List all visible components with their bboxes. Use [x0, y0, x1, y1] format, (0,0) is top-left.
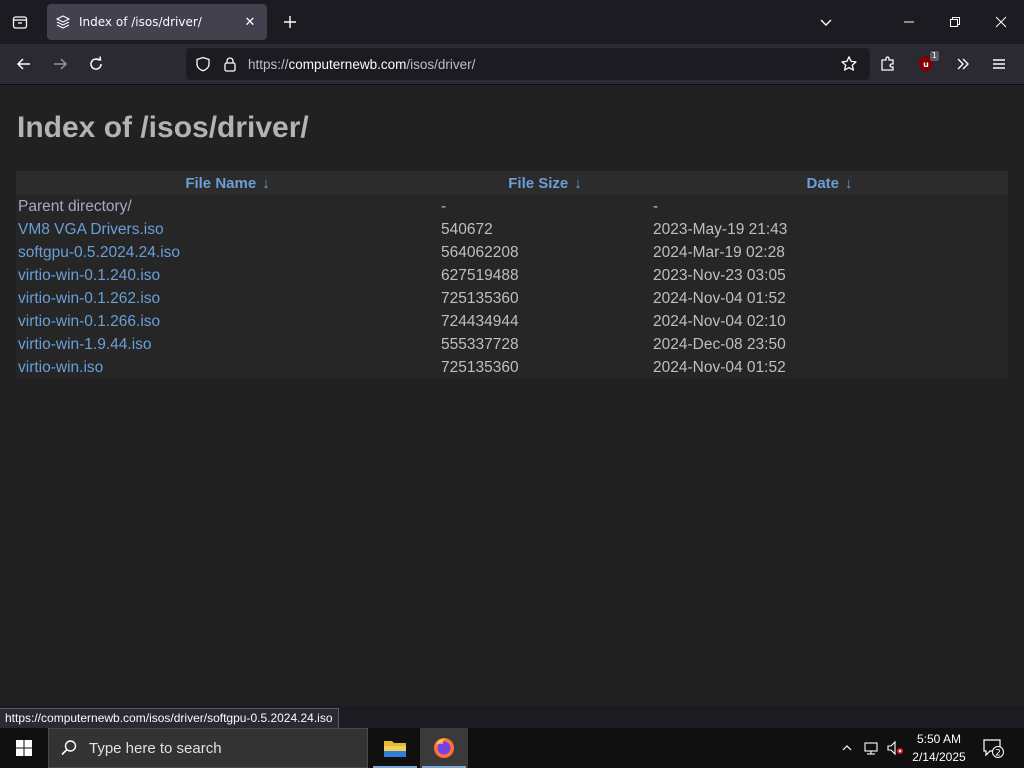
file-date: 2024-Mar-19 02:28 [653, 243, 785, 261]
overflow-chevrons-icon[interactable] [948, 49, 978, 79]
file-link[interactable]: VM8 VGA Drivers.iso [18, 221, 164, 238]
extensions-puzzle-icon[interactable] [873, 49, 903, 79]
tab-list-icon[interactable] [6, 8, 34, 36]
lock-icon[interactable] [218, 49, 242, 79]
column-header-date[interactable]: Date ↓ [651, 175, 1008, 192]
file-date: 2024-Dec-08 23:50 [653, 335, 786, 353]
sort-arrow-icon: ↓ [845, 174, 853, 192]
chevron-up-icon[interactable] [836, 728, 858, 768]
table-row: virtio-win-1.9.44.iso 555337728 2024-Dec… [16, 333, 1008, 356]
file-date: 2024-Nov-04 01:52 [653, 289, 786, 307]
table-row: Parent directory/ - - [16, 195, 1008, 218]
file-date: 2023-Nov-23 03:05 [653, 266, 786, 284]
file-link[interactable]: virtio-win-0.1.266.iso [18, 313, 160, 330]
column-header-file-name[interactable]: File Name ↓ [16, 175, 439, 192]
file-size: 627519488 [441, 266, 519, 284]
file-date: 2023-May-19 21:43 [653, 220, 788, 238]
chevron-down-icon[interactable] [812, 8, 840, 36]
link-status-bar: https://computernewb.com/isos/driver/sof… [0, 708, 339, 729]
url-scheme: https:// [248, 56, 289, 72]
file-link[interactable]: virtio-win-0.1.262.iso [18, 290, 160, 307]
file-link[interactable]: virtio-win.iso [18, 359, 103, 376]
page-content: Index of /isos/driver/ File Name ↓ File S… [0, 85, 1024, 705]
file-size: 725135360 [441, 289, 519, 307]
column-header-file-size[interactable]: File Size ↓ [439, 175, 651, 192]
file-size: 564062208 [441, 243, 519, 261]
table-row: virtio-win-0.1.262.iso 725135360 2024-No… [16, 287, 1008, 310]
address-bar[interactable]: https://computernewb.com/isos/driver/ [186, 48, 870, 80]
restore-icon[interactable] [932, 0, 978, 44]
table-header: File Name ↓ File Size ↓ Date ↓ [16, 171, 1008, 195]
file-date: 2024-Nov-04 02:10 [653, 312, 786, 330]
table-row: virtio-win-0.1.266.iso 724434944 2024-No… [16, 310, 1008, 333]
firefox-icon[interactable] [420, 728, 468, 768]
url-text[interactable]: https://computernewb.com/isos/driver/ [248, 57, 475, 72]
taskbar-search-box[interactable]: Type here to search [48, 728, 368, 768]
close-icon[interactable]: ✕ [241, 13, 259, 31]
search-placeholder: Type here to search [89, 739, 222, 757]
taskbar-clock[interactable]: 5:50 AM 2/14/2025 [906, 730, 972, 766]
tab-strip: Index of /isos/driver/ ✕ [0, 0, 1024, 44]
ublock-origin-icon[interactable]: u 1 [911, 49, 941, 79]
clock-time: 5:50 AM [916, 732, 962, 746]
tab-active[interactable]: Index of /isos/driver/ ✕ [47, 4, 267, 40]
minimize-icon[interactable] [886, 0, 932, 44]
table-row: virtio-win.iso 725135360 2024-Nov-04 01:… [16, 356, 1008, 379]
back-icon[interactable] [9, 49, 39, 79]
reload-icon[interactable] [81, 49, 111, 79]
url-path: /isos/driver/ [406, 56, 476, 72]
sort-arrow-icon: ↓ [574, 174, 582, 192]
file-link[interactable]: virtio-win-0.1.240.iso [18, 267, 160, 284]
file-size: 540672 [441, 220, 493, 238]
url-host: computernewb.com [288, 56, 407, 72]
file-size: - [441, 197, 447, 215]
clock-date: 2/14/2025 [912, 750, 966, 764]
network-icon[interactable] [860, 728, 882, 768]
file-size: 555337728 [441, 335, 519, 353]
notification-center-icon[interactable]: 2 [978, 728, 1008, 768]
plus-icon[interactable] [276, 8, 304, 36]
hamburger-menu-icon[interactable] [984, 49, 1014, 79]
shield-icon[interactable] [188, 49, 218, 79]
notification-count: 2 [995, 749, 1001, 759]
file-date: - [653, 197, 659, 215]
server-icon [55, 14, 71, 30]
table-row: softgpu-0.5.2024.24.iso 564062208 2024-M… [16, 241, 1008, 264]
file-date: 2024-Nov-04 01:52 [653, 358, 786, 376]
volume-muted-icon[interactable] [884, 728, 906, 768]
navigation-toolbar: https://computernewb.com/isos/driver/ u … [0, 44, 1024, 85]
search-icon [49, 739, 89, 757]
forward-icon[interactable] [45, 49, 75, 79]
close-window-icon[interactable] [978, 0, 1024, 44]
taskbar: Type here to search 5:50 AM 2/14/2025 2 [0, 728, 1024, 768]
extension-badge: 1 [929, 51, 939, 61]
sort-arrow-icon: ↓ [262, 174, 270, 192]
table-row: VM8 VGA Drivers.iso 540672 2023-May-19 2… [16, 218, 1008, 241]
table-row: virtio-win-0.1.240.iso 627519488 2023-No… [16, 264, 1008, 287]
file-size: 725135360 [441, 358, 519, 376]
parent-directory-link[interactable]: Parent directory/ [18, 198, 132, 215]
file-link[interactable]: softgpu-0.5.2024.24.iso [18, 244, 180, 261]
file-explorer-icon[interactable] [371, 728, 419, 768]
file-listing-table: File Name ↓ File Size ↓ Date ↓ Parent direc… [16, 171, 1008, 379]
tab-title: Index of /isos/driver/ [79, 15, 202, 29]
svg-text:u: u [923, 60, 929, 69]
bookmark-star-icon[interactable] [834, 49, 864, 79]
file-size: 724434944 [441, 312, 519, 330]
file-link[interactable]: virtio-win-1.9.44.iso [18, 336, 152, 353]
windows-start-icon[interactable] [0, 728, 48, 768]
page-title: Index of /isos/driver/ [17, 111, 309, 144]
